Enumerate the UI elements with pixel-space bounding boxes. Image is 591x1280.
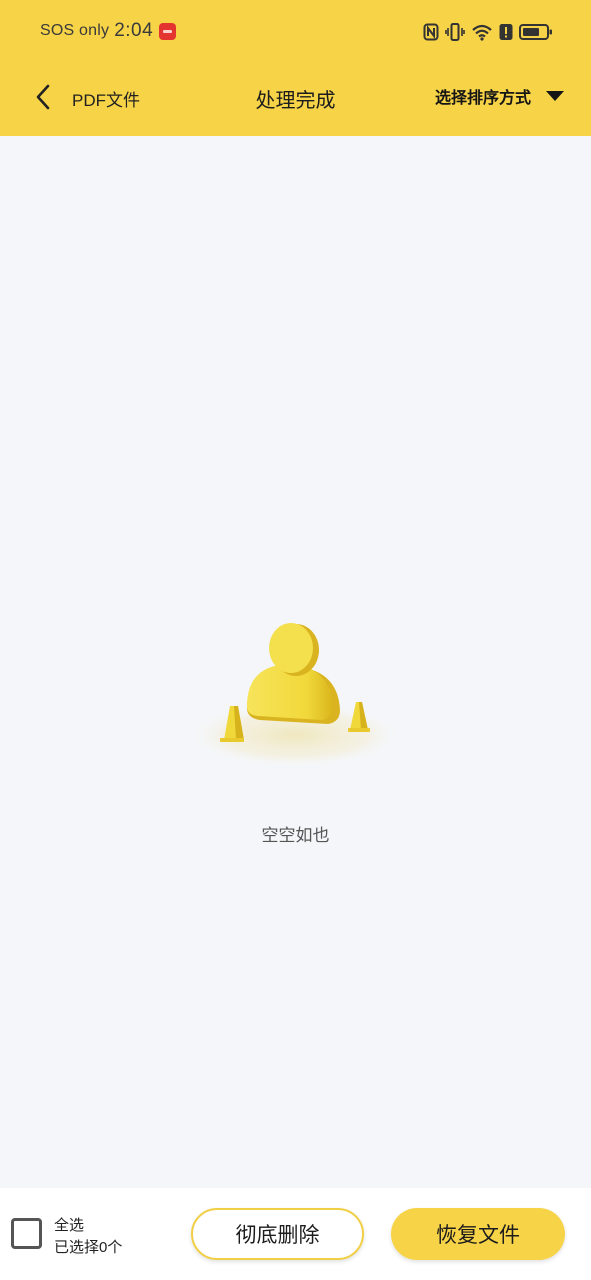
empty-state-text: 空空如也	[261, 826, 330, 845]
wifi-icon	[472, 24, 492, 41]
carrier-text: SOS only	[40, 22, 110, 39]
select-all-label[interactable]: 全选	[54, 1214, 84, 1235]
restore-files-button[interactable]: 恢复文件	[391, 1208, 565, 1260]
back-button[interactable]	[26, 80, 60, 114]
select-all-checkbox[interactable]	[11, 1218, 42, 1249]
back-label[interactable]: PDF文件	[72, 86, 140, 111]
screen: SOS only 2:04 PDF文件 处理完成 选择排序方式 空空如也 全选 …	[0, 0, 591, 1280]
status-left: SOS only 2:04	[40, 20, 177, 42]
empty-state: 空空如也	[0, 610, 591, 850]
app-notification-icon	[159, 22, 177, 40]
empty-user-illustration	[190, 623, 400, 767]
sort-label: 选择排序方式	[434, 90, 531, 107]
battery-icon	[519, 24, 552, 40]
selected-count: 已选择0个	[54, 1239, 123, 1256]
vibrate-icon	[445, 23, 465, 41]
alert-icon	[499, 24, 513, 40]
nfc-icon	[423, 23, 439, 41]
bottom-bar: 全选 已选择0个 彻底删除 恢复文件	[0, 1188, 591, 1280]
sort-dropdown[interactable]: 选择排序方式	[435, 84, 565, 108]
status-bar: SOS only 2:04	[0, 0, 591, 66]
clock: 2:04	[114, 20, 154, 41]
top-bar: SOS only 2:04 PDF文件 处理完成 选择排序方式	[0, 0, 591, 136]
chevron-left-icon	[36, 84, 50, 110]
caret-down-icon	[546, 91, 564, 101]
page-title: 处理完成	[255, 90, 336, 112]
status-icons	[423, 22, 553, 42]
delete-permanently-button[interactable]: 彻底删除	[191, 1208, 364, 1260]
header: PDF文件 处理完成 选择排序方式	[0, 66, 591, 136]
